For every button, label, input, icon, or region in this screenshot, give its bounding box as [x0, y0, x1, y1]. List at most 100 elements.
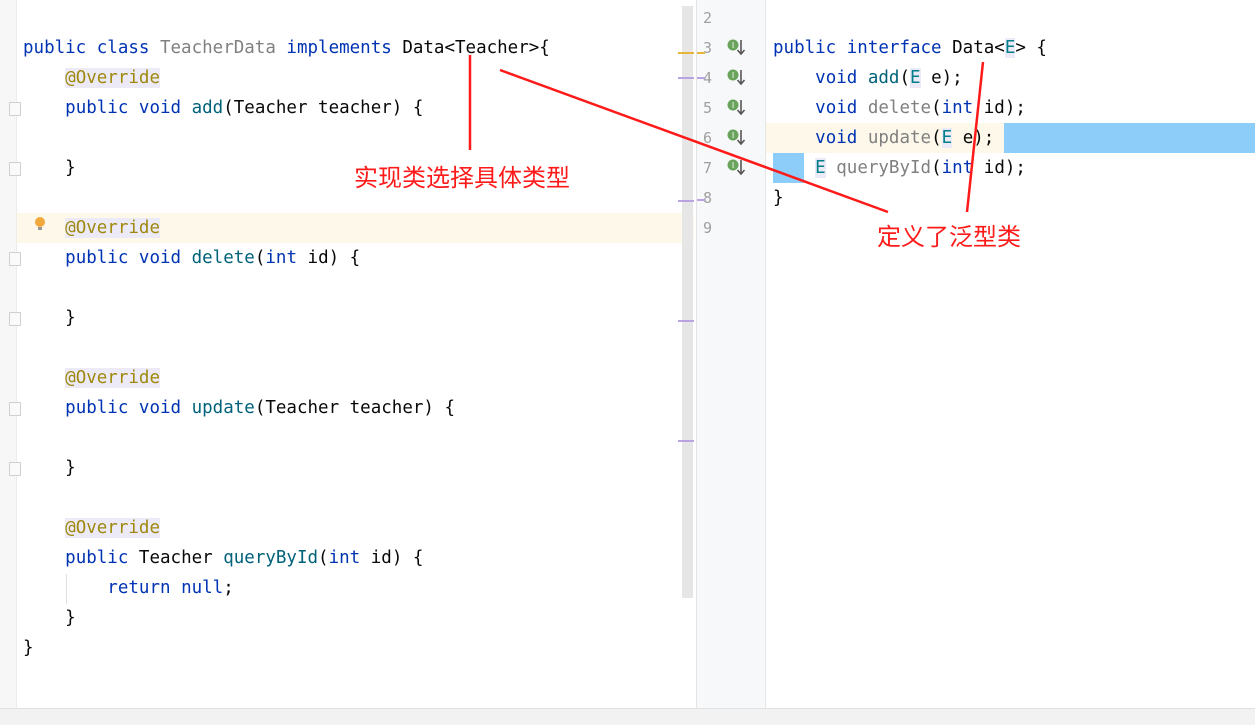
code-line[interactable]: } [773, 183, 784, 213]
line-number: 9 [703, 219, 713, 237]
annotation-right: 定义了泛型类 [877, 223, 1021, 251]
code-line[interactable]: void delete(int id); [773, 93, 1026, 123]
code-token: int [941, 98, 984, 118]
annotation-left: 实现类选择具体类型 [354, 164, 570, 192]
code-line[interactable]: return null; [23, 573, 233, 603]
code-token: void [138, 398, 192, 418]
code-line[interactable]: } [23, 153, 76, 183]
code-token: > { [1015, 38, 1047, 58]
indent-guide [66, 574, 67, 604]
marker [697, 77, 705, 79]
svg-text:I: I [732, 41, 734, 50]
marker[interactable] [678, 77, 694, 79]
code-token: Data<Teacher>{ [402, 38, 550, 58]
code-token: E [1004, 38, 1016, 58]
code-token: E [815, 158, 826, 178]
code-token: id) { [370, 548, 424, 568]
code-token: public [65, 398, 139, 418]
code-token: ( [931, 98, 942, 118]
code-token: @Override [65, 518, 160, 538]
marker [697, 199, 705, 201]
code-line[interactable]: void add(E e); [773, 63, 963, 93]
fold-icon[interactable] [9, 462, 21, 476]
fold-icon[interactable] [9, 102, 21, 116]
code-line[interactable]: public class TeacherData implements Data… [23, 33, 550, 63]
code-token: ( [899, 68, 910, 88]
code-line[interactable]: public void update(Teacher teacher) { [23, 393, 455, 423]
lightbulb-icon[interactable] [34, 217, 46, 231]
code-token: } [773, 188, 784, 208]
code-line[interactable]: } [23, 303, 76, 333]
code-line[interactable]: @Override [23, 63, 160, 93]
code-token: @Override [65, 68, 160, 88]
code-token: ( [318, 548, 329, 568]
code-line[interactable]: @Override [23, 363, 160, 393]
code-token: class [96, 38, 160, 58]
code-token: id); [983, 98, 1026, 118]
code-token: e); [952, 128, 995, 148]
code-token: } [23, 158, 76, 178]
code-token: delete [867, 98, 932, 118]
code-token: Data< [952, 38, 1005, 58]
code-token: int [941, 158, 984, 178]
code-token: public [773, 38, 847, 58]
implemented-arrow-icon[interactable]: I [727, 128, 747, 148]
code-token: ( [931, 128, 942, 148]
code-token: add [191, 98, 224, 118]
line-number: 3 [703, 39, 713, 57]
code-line[interactable]: E queryById(int id); [773, 153, 1026, 183]
code-token: } [23, 308, 76, 328]
code-line[interactable]: public Teacher queryById(int id) { [23, 543, 423, 573]
code-line[interactable]: public void add(Teacher teacher) { [23, 93, 423, 123]
marker[interactable] [678, 440, 694, 442]
code-line[interactable]: public interface Data<E> { [773, 33, 1047, 63]
code-token: public [65, 248, 139, 268]
code-token: int [328, 548, 371, 568]
code-line[interactable]: } [23, 633, 34, 663]
fold-icon[interactable] [9, 312, 21, 326]
code-token: update [191, 398, 255, 418]
fold-icon[interactable] [9, 402, 21, 416]
code-token: update [867, 128, 932, 148]
line-number: 6 [703, 129, 713, 147]
code-token: id); [983, 158, 1026, 178]
svg-text:I: I [732, 131, 734, 140]
fold-icon[interactable] [9, 162, 21, 176]
implemented-arrow-icon[interactable]: I [727, 38, 747, 58]
code-line[interactable]: @Override [23, 513, 160, 543]
code-token: E [941, 128, 953, 148]
code-token: (Teacher teacher) { [223, 98, 424, 118]
code-line[interactable]: void update(E e); [773, 123, 994, 153]
implemented-arrow-icon[interactable]: I [727, 158, 747, 178]
code-line[interactable]: public void delete(int id) { [23, 243, 360, 273]
code-line[interactable]: } [23, 453, 76, 483]
implemented-arrow-icon[interactable]: I [727, 68, 747, 88]
teacherdata-editor[interactable]: public class TeacherData implements Data… [0, 0, 695, 708]
code-token: @Override [65, 368, 160, 388]
line-number: 8 [703, 189, 713, 207]
code-line[interactable]: } [23, 603, 76, 633]
code-token: void [815, 68, 868, 88]
marker[interactable] [678, 200, 694, 202]
line-number: 7 [703, 159, 713, 177]
marker[interactable] [678, 320, 694, 322]
code-token: id) { [307, 248, 361, 268]
data-interface-editor[interactable]: public interface Data<E> { void add(E e)… [696, 0, 1255, 708]
status-bar [0, 708, 1255, 725]
code-token: implements [286, 38, 403, 58]
warning-marker [697, 52, 705, 54]
code-token: void [138, 98, 192, 118]
implemented-arrow-icon[interactable]: I [727, 98, 747, 118]
fold-icon[interactable] [9, 252, 21, 266]
line-number: 5 [703, 99, 713, 117]
svg-text:I: I [732, 101, 734, 110]
code-token: delete [191, 248, 255, 268]
scrollbar[interactable] [682, 6, 693, 598]
warning-marker[interactable] [678, 52, 694, 54]
